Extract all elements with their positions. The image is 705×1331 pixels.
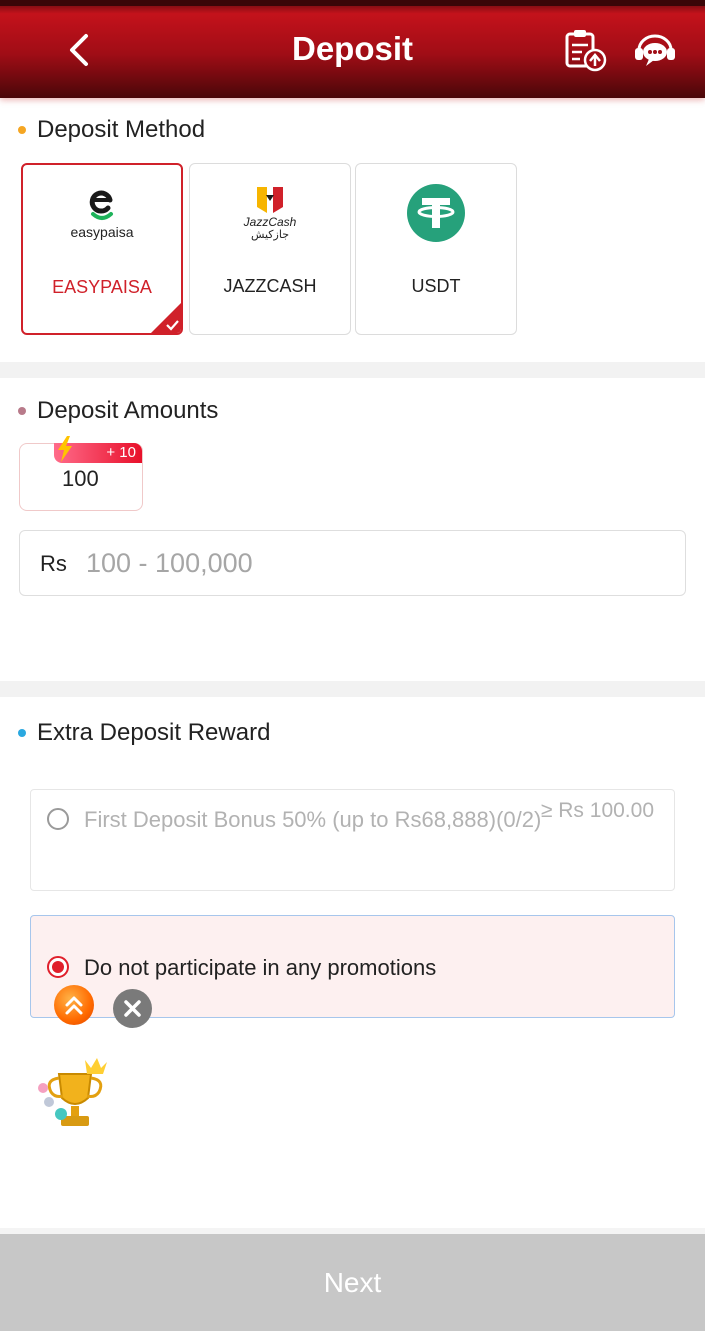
deposit-amounts-heading: Deposit Amounts	[18, 397, 218, 425]
method-easypaisa[interactable]: easypaisa EASYPAISA	[21, 163, 183, 335]
amount-input[interactable]	[86, 539, 666, 587]
extra-reward-heading: Extra Deposit Reward	[18, 719, 270, 747]
reward-option-text: First Deposit Bonus 50% (up to Rs68,888)…	[84, 807, 542, 832]
section-title: Deposit Amounts	[37, 397, 219, 424]
method-jazzcash[interactable]: JazzCash جازکیش JAZZCASH	[189, 163, 351, 335]
method-label: EASYPAISA	[52, 277, 152, 297]
currency-label: Rs	[40, 551, 67, 576]
section-divider	[0, 681, 705, 697]
amount-chip[interactable]: + 10 100	[19, 436, 143, 511]
amount-input-box: Rs	[19, 530, 686, 596]
jazzcash-logo: JazzCash جازکیش	[190, 178, 350, 248]
deposit-method-heading: Deposit Method	[18, 116, 205, 144]
jazzcash-logo-urdu: جازکیش	[250, 229, 290, 241]
easypaisa-logo-text: easypaisa	[70, 224, 134, 240]
clipboard-upload-icon	[565, 30, 607, 72]
tether-icon	[407, 184, 465, 242]
section-divider	[0, 362, 705, 378]
method-label: USDT	[411, 276, 461, 296]
section-title: Extra Deposit Reward	[37, 719, 271, 746]
trophy-promo-widget[interactable]	[33, 1052, 113, 1136]
reward-option-first-deposit[interactable]: First Deposit Bonus 50% (up to Rs68,888)…	[30, 789, 675, 891]
easypaisa-logo: easypaisa	[23, 179, 181, 249]
support-chat-icon	[635, 34, 675, 66]
bullet-dot	[18, 126, 26, 134]
header-top-strip	[0, 0, 705, 6]
method-label: JAZZCASH	[223, 276, 317, 296]
deposit-records-button[interactable]	[562, 28, 608, 72]
next-button[interactable]: Next	[0, 1234, 705, 1331]
section-title: Deposit Method	[37, 116, 206, 143]
lightning-icon	[58, 436, 72, 462]
trophy-icon	[38, 1058, 107, 1126]
amount-value: 100	[62, 466, 99, 491]
selected-check-icon	[151, 303, 181, 333]
reward-min-amount: ≥ Rs 100.00	[540, 799, 654, 822]
bullet-dot	[18, 407, 26, 415]
scroll-up-button[interactable]	[54, 985, 94, 1025]
jazzcash-icon	[257, 187, 283, 213]
close-icon	[124, 1000, 141, 1017]
radio-button[interactable]	[47, 956, 69, 978]
reward-option-text: Do not participate in any promotions	[84, 955, 437, 980]
usdt-logo	[356, 178, 516, 248]
method-usdt[interactable]: USDT	[355, 163, 517, 335]
radio-button[interactable]	[47, 808, 69, 830]
jazzcash-logo-text: JazzCash	[243, 215, 297, 229]
close-floating-button[interactable]	[113, 989, 152, 1028]
app-header: Deposit	[0, 0, 705, 98]
easypaisa-e-icon	[89, 190, 113, 220]
customer-support-button[interactable]	[632, 28, 678, 72]
bullet-dot	[18, 729, 26, 737]
double-chevron-up-icon	[65, 996, 83, 1015]
